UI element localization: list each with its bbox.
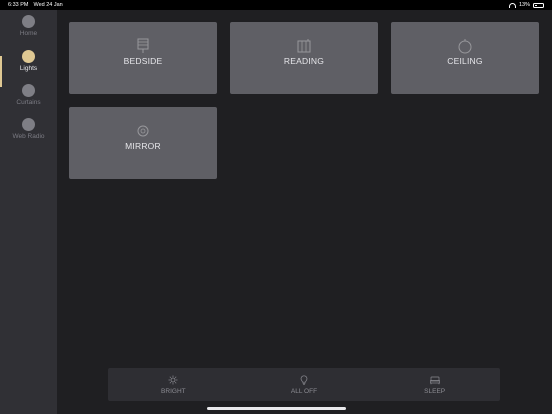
battery-icon	[533, 2, 544, 8]
sidebar-item-label: Curtains	[16, 99, 41, 106]
tool-label: SLEEP	[424, 387, 446, 395]
tile-label: BEDSIDE	[123, 56, 163, 66]
ceiling-light-icon	[458, 39, 472, 54]
wifi-icon	[508, 2, 516, 8]
status-date: Wed 24 Jan	[33, 2, 63, 8]
tile-bedside[interactable]: BEDSIDE	[69, 22, 217, 94]
tile-label: READING	[283, 56, 325, 66]
curtains-icon	[22, 84, 35, 97]
sidebar-item-home[interactable]: Home	[0, 14, 57, 44]
status-right: 13%	[508, 2, 544, 8]
tile-label: MIRROR	[125, 141, 161, 151]
main-content: BEDSIDE READING CEILING MIRROR BRIGHT AL…	[57, 10, 552, 414]
sleep-button[interactable]: SLEEP	[390, 375, 480, 395]
status-bar: 6:33 PM Wed 24 Jan 13%	[0, 0, 552, 10]
lamp-icon	[137, 38, 149, 53]
lights-icon	[22, 50, 35, 63]
sidebar-item-label: Home	[19, 30, 38, 37]
bright-button[interactable]: BRIGHT	[128, 375, 218, 395]
status-time: 6:33 PM	[8, 2, 29, 8]
sidebar-item-web-radio[interactable]: Web Radio	[0, 117, 57, 147]
tile-reading[interactable]: READING	[230, 22, 378, 94]
battery-percent: 13%	[518, 2, 530, 8]
bed-icon	[429, 376, 440, 384]
tool-label: ALL OFF	[290, 387, 318, 395]
status-left: 6:33 PM Wed 24 Jan	[8, 2, 63, 8]
home-icon	[22, 15, 35, 28]
radio-icon	[22, 118, 35, 131]
mirror-light-icon	[137, 125, 149, 137]
sidebar: Home Lights Curtains Web Radio	[0, 10, 57, 414]
sidebar-item-curtains[interactable]: Curtains	[0, 83, 57, 113]
scene-toolbar: BRIGHT ALL OFF SLEEP	[108, 368, 500, 401]
all-off-button[interactable]: ALL OFF	[259, 374, 349, 395]
tile-mirror[interactable]: MIRROR	[69, 107, 217, 179]
sun-icon	[168, 375, 178, 384]
home-indicator[interactable]	[207, 407, 346, 410]
bulb-icon	[300, 374, 308, 385]
reading-lamp-icon	[297, 39, 311, 53]
sidebar-item-label: Lights	[19, 65, 38, 72]
tile-ceiling[interactable]: CEILING	[391, 22, 539, 94]
sidebar-item-label: Web Radio	[12, 133, 45, 140]
tile-label: CEILING	[447, 56, 483, 66]
tool-label: BRIGHT	[161, 387, 186, 395]
sidebar-item-lights[interactable]: Lights	[0, 49, 57, 79]
